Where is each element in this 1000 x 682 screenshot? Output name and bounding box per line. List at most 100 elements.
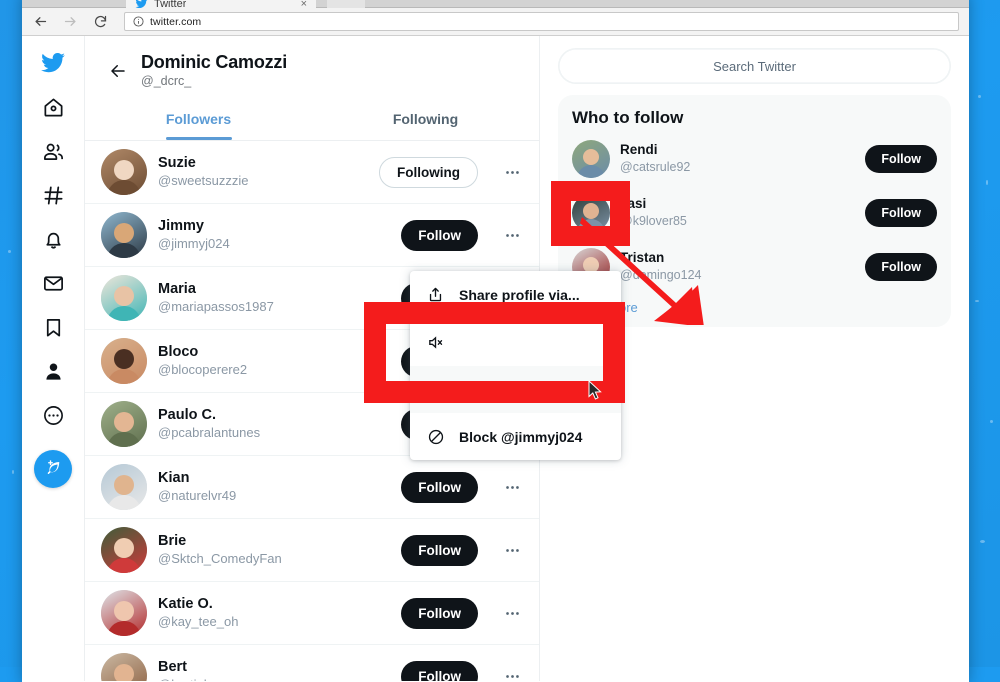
follow-button[interactable]: Following (379, 157, 478, 188)
sidebar-item-communities[interactable] (32, 130, 74, 172)
avatar[interactable] (101, 212, 147, 258)
ellipsis-icon (504, 227, 521, 244)
more-options-button[interactable] (499, 537, 525, 563)
ellipsis-icon (504, 668, 521, 682)
follower-name: Brie (158, 532, 390, 550)
avatar[interactable] (101, 275, 147, 321)
suggested-name: Rendi (620, 142, 855, 159)
browser-tab-strip: Twitter × (22, 0, 969, 8)
follow-button[interactable]: Follow (865, 253, 937, 281)
more-options-button[interactable] (499, 663, 525, 681)
follower-name: Bloco (158, 343, 390, 361)
follower-handle: @mariapassos1987 (158, 299, 390, 316)
follower-handle: @bertjohns (158, 677, 390, 681)
mouse-cursor (588, 380, 603, 401)
suggested-handle: @catsrule92 (620, 159, 855, 175)
bookmark-icon (42, 316, 65, 339)
avatar[interactable] (572, 140, 610, 178)
follower-row[interactable]: Kian@naturelvr49 Follow (85, 456, 539, 519)
left-navigation (22, 36, 84, 681)
more-options-button[interactable] (499, 474, 525, 500)
menu-item-label: Block @jimmyj024 (459, 429, 582, 445)
back-arrow-icon (109, 62, 127, 80)
home-icon (42, 96, 65, 119)
address-bar[interactable]: twitter.com (124, 12, 959, 31)
annotation-box-more-options (551, 181, 630, 246)
communities-icon (42, 140, 65, 163)
back-button[interactable] (101, 54, 135, 88)
avatar[interactable] (101, 590, 147, 636)
follower-handle: @blocoperere2 (158, 362, 390, 379)
follower-handle: @jimmyj024 (158, 236, 390, 253)
sidebar-item-home[interactable] (32, 86, 74, 128)
suggested-name: Jasi (620, 196, 855, 213)
more-circle-icon (42, 404, 65, 427)
follower-name: Suzie (158, 154, 368, 172)
followers-following-tabs: Followers Following (85, 100, 539, 141)
more-options-button[interactable] (499, 600, 525, 626)
feather-plus-icon (43, 459, 63, 479)
follower-name: Kian (158, 469, 390, 487)
hashtag-icon (42, 184, 65, 207)
sidebar-item-more[interactable] (32, 394, 74, 436)
person-icon (42, 360, 65, 383)
profile-header: Dominic Camozzi @_dcrc_ (85, 36, 539, 88)
follower-handle: @naturelvr49 (158, 488, 390, 505)
follow-button[interactable]: Follow (401, 661, 478, 682)
follow-button[interactable]: Follow (401, 472, 478, 503)
tab-following[interactable]: Following (312, 100, 539, 140)
follower-row[interactable]: Katie O.@kay_tee_ohFollow (85, 582, 539, 645)
sidebar-item-twitter-logo[interactable] (32, 42, 74, 84)
profile-handle: @_dcrc_ (141, 74, 287, 88)
compose-tweet-button[interactable] (34, 450, 72, 488)
follow-button[interactable]: Follow (865, 199, 937, 227)
new-tab-button[interactable] (327, 0, 365, 8)
sidebar-item-messages[interactable] (32, 262, 74, 304)
search-input[interactable]: Search Twitter (558, 48, 951, 84)
follower-row[interactable]: Brie@Sktch_ComedyFan Follow (85, 519, 539, 582)
follow-button[interactable]: Follow (865, 145, 937, 173)
back-arrow-icon[interactable] (32, 13, 49, 30)
follower-name: Katie O. (158, 595, 390, 613)
follower-handle: @sweetsuzzzie (158, 173, 368, 190)
block-icon (426, 427, 445, 446)
more-options-button[interactable] (499, 159, 525, 185)
follow-button[interactable]: Follow (401, 220, 478, 251)
follow-button[interactable]: Follow (401, 598, 478, 629)
who-to-follow-row[interactable]: Rendi@catsrule92 Follow (558, 132, 951, 186)
sidebar-item-explore[interactable] (32, 174, 74, 216)
browser-toolbar: twitter.com (22, 8, 969, 36)
follower-row[interactable]: Jimmy@jimmyj024 Follow (85, 204, 539, 267)
sidebar-item-profile[interactable] (32, 350, 74, 392)
avatar[interactable] (101, 149, 147, 195)
ellipsis-icon (504, 479, 521, 496)
follower-handle: @pcabralantunes (158, 425, 390, 442)
follower-name: Jimmy (158, 217, 390, 235)
follow-button[interactable]: Follow (401, 535, 478, 566)
more-options-button[interactable] (499, 222, 525, 248)
envelope-icon (42, 272, 65, 295)
ellipsis-icon (504, 605, 521, 622)
follower-handle: @Sktch_ComedyFan (158, 551, 390, 568)
reload-icon[interactable] (92, 13, 109, 30)
sidebar-item-notifications[interactable] (32, 218, 74, 260)
avatar[interactable] (101, 464, 147, 510)
follower-row[interactable]: Bert@bertjohnsFollow (85, 645, 539, 681)
follower-row[interactable]: Suzie@sweetsuzzzie Following (85, 141, 539, 204)
tab-close-icon[interactable]: × (301, 0, 307, 8)
ellipsis-icon (504, 164, 521, 181)
sidebar-item-bookmarks[interactable] (32, 306, 74, 348)
avatar[interactable] (101, 653, 147, 681)
avatar[interactable] (101, 338, 147, 384)
twitter-bird-icon (135, 0, 148, 8)
browser-tab-twitter[interactable]: Twitter × (126, 0, 316, 8)
menu-item-block-user[interactable]: Block @jimmyj024 (410, 413, 621, 460)
avatar[interactable] (101, 401, 147, 447)
avatar[interactable] (101, 527, 147, 573)
page-title: Dominic Camozzi (141, 52, 287, 73)
follower-name: Maria (158, 280, 390, 298)
tab-followers[interactable]: Followers (85, 100, 312, 140)
menu-item-label: Share profile via... (459, 287, 580, 303)
twitter-logo-icon (40, 50, 66, 76)
site-info-icon (133, 16, 144, 27)
